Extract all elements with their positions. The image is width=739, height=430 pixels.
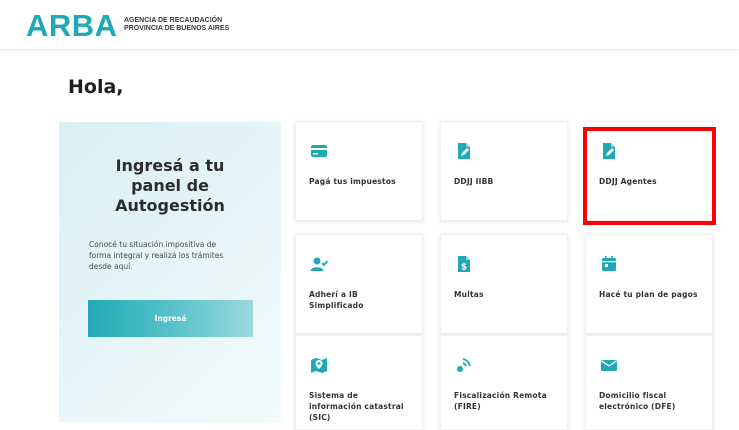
card-domicilio-fiscal-electronico[interactable]: Domicilio fiscal electrónico (DFE) (585, 335, 713, 430)
card-label-line: (SIC) (309, 413, 331, 422)
card-label-line: Sistema de (309, 391, 359, 400)
calendar-icon (602, 256, 616, 271)
panel-title: Ingresá a tu panel de Autogestión (59, 156, 281, 216)
document-edit-icon (603, 143, 615, 159)
card-ddjj-iibb[interactable]: DDJJ IIBB (440, 121, 568, 221)
card-label: Hacé tu plan de pagos (599, 289, 709, 300)
credit-card-icon (311, 145, 327, 157)
card-label-line: DDJJ IIBB (454, 177, 494, 186)
document-edit-icon (458, 143, 470, 159)
card-label: Sistema de información catastral (SIC) (309, 390, 419, 423)
arba-logo[interactable]: ARBA (26, 8, 118, 44)
panel-title-line-2: panel de (131, 176, 209, 195)
card-label: Domicilio fiscal electrónico (DFE) (599, 390, 709, 412)
agency-name: AGENCIA DE RECAUDACIÓN PROVINCIA DE BUEN… (124, 17, 229, 33)
user-check-icon (310, 257, 328, 271)
card-label-line: información catastral (309, 402, 404, 411)
panel-desc-line-3: desde aquí. (89, 262, 133, 271)
panel-title-line-3: Autogestión (115, 196, 225, 215)
card-label: DDJJ IIBB (454, 176, 564, 187)
ingresa-button[interactable]: Ingresá (88, 300, 253, 337)
card-label-line: Domicilio fiscal (599, 391, 667, 400)
panel-desc-line-1: Conocé tu situación impositiva de (89, 240, 217, 249)
card-label-line: Hacé tu plan de pagos (599, 290, 698, 299)
card-label-line: electrónico (DFE) (599, 402, 676, 411)
map-pin-icon (311, 358, 327, 373)
card-label-line: Adherí a IB (309, 290, 358, 299)
card-label-line: (FIRE) (454, 402, 481, 411)
panel-title-line-1: Ingresá a tu (115, 156, 225, 175)
panel-description: Conocé tu situación impositiva de forma … (89, 239, 264, 272)
dollar-document-icon: $ (458, 256, 470, 273)
card-label: Multas (454, 289, 564, 300)
card-plan-de-pagos[interactable]: Hacé tu plan de pagos (585, 234, 713, 334)
card-adheri-ib-simplificado[interactable]: Adherí a IB Simplificado (295, 234, 423, 334)
card-label: DDJJ Agentes (599, 176, 709, 187)
card-label-line: Multas (454, 290, 484, 299)
card-multas[interactable]: $ Multas (440, 234, 568, 334)
card-paga-impuestos[interactable]: Pagá tus impuestos (295, 121, 423, 221)
panel-desc-line-2: forma integral y realizá los trámites (89, 251, 224, 260)
agency-line-2: PROVINCIA DE BUENOS AIRES (124, 25, 230, 32)
agency-line-1: AGENCIA DE RECAUDACIÓN (124, 17, 223, 24)
envelope-icon (601, 360, 617, 371)
card-label-line: Fiscalización Remota (454, 391, 547, 400)
card-label-line: Pagá tus impuestos (309, 177, 396, 186)
card-label: Adherí a IB Simplificado (309, 289, 419, 311)
card-fiscalizacion-remota[interactable]: Fiscalización Remota (FIRE) (440, 335, 568, 430)
card-label: Pagá tus impuestos (309, 176, 419, 187)
satellite-icon (457, 358, 471, 372)
card-ddjj-agentes[interactable]: DDJJ Agentes (585, 121, 713, 221)
greeting-heading: Hola, (68, 76, 124, 98)
header: ARBA AGENCIA DE RECAUDACIÓN PROVINCIA DE… (0, 0, 739, 50)
svg-text:$: $ (461, 263, 467, 273)
card-label-line: Simplificado (309, 301, 364, 310)
card-label: Fiscalización Remota (FIRE) (454, 390, 564, 412)
card-sistema-informacion-catastral[interactable]: Sistema de información catastral (SIC) (295, 335, 423, 430)
card-label-line: DDJJ Agentes (599, 177, 657, 186)
autogestion-panel: Ingresá a tu panel de Autogestión Conocé… (59, 122, 281, 422)
